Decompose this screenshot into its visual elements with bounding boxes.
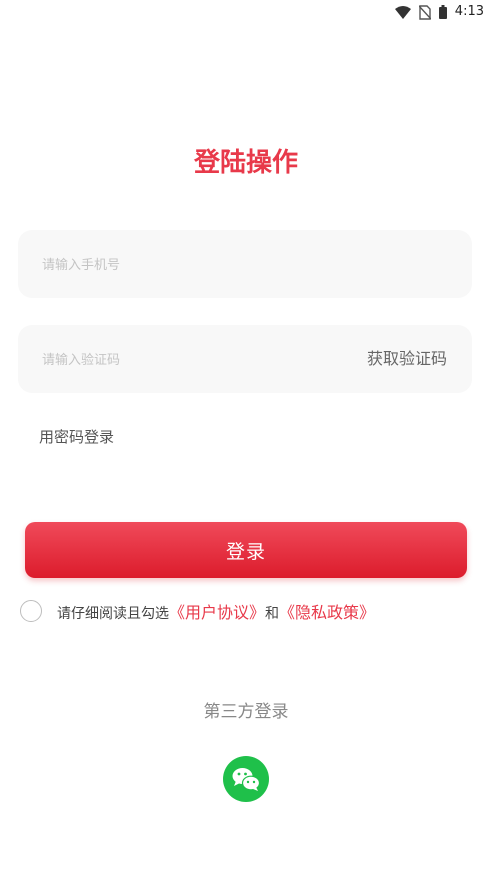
login-button[interactable]: 登录	[25, 522, 467, 578]
agreement-and: 和	[265, 606, 280, 622]
get-code-button[interactable]: 获取验证码	[367, 325, 447, 393]
wechat-icon	[232, 768, 261, 791]
user-agreement-link[interactable]: 《用户协议》	[169, 603, 265, 622]
agreement-row: 请仔细阅读且勾选《用户协议》和《隐私政策》	[20, 598, 375, 624]
third-party-login-title: 第三方登录	[203, 702, 289, 722]
password-login-link[interactable]: 用密码登录	[39, 426, 114, 447]
code-input[interactable]	[40, 325, 344, 395]
status-icons: 4:13	[394, 3, 484, 21]
privacy-policy-link[interactable]: 《隐私政策》	[279, 603, 375, 622]
agreement-prefix: 请仔细阅读且勾选	[57, 606, 169, 622]
page-title: 登陆操作	[193, 148, 298, 178]
agreement-checkbox[interactable]	[20, 600, 42, 622]
agreement-text: 请仔细阅读且勾选《用户协议》和《隐私政策》	[57, 599, 375, 623]
code-field[interactable]: 获取验证码	[18, 325, 472, 395]
battery-icon	[438, 5, 447, 19]
phone-input[interactable]	[40, 230, 344, 300]
phone-field[interactable]	[18, 230, 472, 300]
status-time: 4:13	[454, 4, 484, 19]
status-bar: 4:13	[0, 0, 492, 24]
wechat-login-button[interactable]	[223, 756, 269, 802]
no-sim-icon	[418, 4, 431, 20]
wifi-icon	[394, 5, 411, 19]
